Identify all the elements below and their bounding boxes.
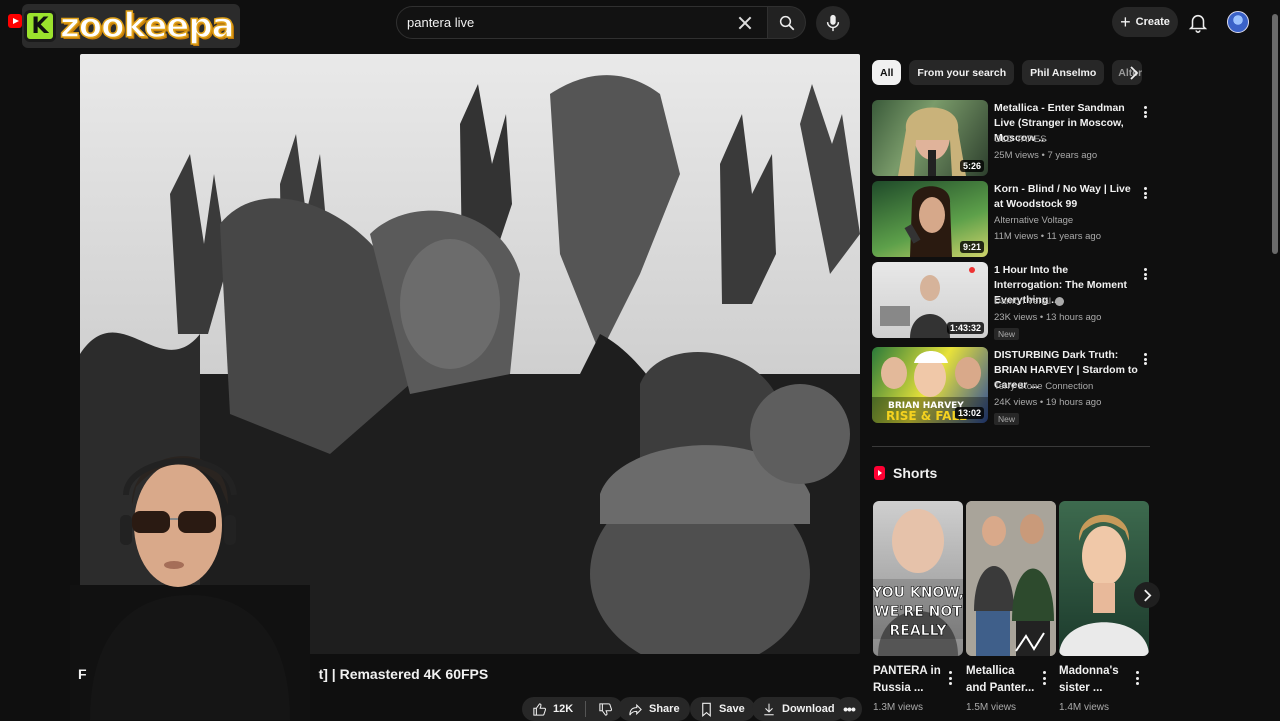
- chip-from-your-search[interactable]: From your search: [909, 60, 1015, 85]
- chevron-right-icon: [1143, 588, 1151, 602]
- more-vertical-icon[interactable]: [1140, 351, 1150, 367]
- recommendation-meta: 23K views • 13 hours ago: [994, 312, 1102, 323]
- short-views: 1.3M views: [873, 702, 924, 713]
- more-vertical-icon[interactable]: [1140, 266, 1150, 282]
- chip-phil-anselmo[interactable]: Phil Anselmo: [1022, 60, 1105, 85]
- video-thumbnail[interactable]: 9:21: [872, 181, 988, 257]
- short-thumbnail[interactable]: YOU KNOW, WE'RE NOT REALLY: [873, 501, 963, 656]
- new-badge: New: [994, 328, 1020, 340]
- short-views: 1.4M views: [1059, 702, 1110, 713]
- like-dislike-group[interactable]: 12K: [522, 697, 624, 721]
- more-actions-button[interactable]: •••: [836, 697, 862, 721]
- share-icon: [629, 703, 642, 715]
- like-divider: [585, 701, 587, 717]
- svg-text:WE'RE NOT: WE'RE NOT: [874, 604, 962, 620]
- shorts-logo-icon: [874, 466, 885, 480]
- more-vertical-icon[interactable]: [1039, 671, 1049, 685]
- short-thumbnail-image: [966, 501, 1056, 656]
- video-duration: 1:43:32: [946, 322, 984, 334]
- channel-name[interactable]: Alternative Voltage: [994, 215, 1073, 226]
- chips-next-button[interactable]: [1124, 62, 1144, 84]
- create-label: Create: [1135, 16, 1170, 28]
- video-duration: 5:26: [959, 160, 984, 172]
- recommendation-item[interactable]: 1:43:32 1 Hour Into the Interrogation: T…: [872, 262, 1162, 340]
- video-thumbnail[interactable]: 1:43:32: [872, 262, 988, 338]
- shorts-heading-label: Shorts: [893, 465, 938, 481]
- create-button[interactable]: + Create: [1112, 7, 1178, 37]
- short-thumbnail[interactable]: [966, 501, 1056, 656]
- share-label: Share: [649, 703, 680, 715]
- short-thumbnail-image: YOU KNOW, WE'RE NOT REALLY: [873, 509, 963, 656]
- svg-text:REALLY: REALLY: [890, 623, 948, 639]
- recommendation-channel[interactable]: Damon Verial: [994, 296, 1065, 307]
- search-button[interactable]: [768, 6, 806, 39]
- search-query[interactable]: pantera live: [407, 15, 737, 30]
- save-label: Save: [719, 703, 745, 715]
- download-button[interactable]: Download: [752, 697, 845, 721]
- more-horizontal-icon: •••: [843, 701, 856, 717]
- save-button[interactable]: Save: [690, 697, 755, 721]
- more-vertical-icon[interactable]: [1140, 185, 1150, 201]
- short-title[interactable]: Metallica and Panter...: [966, 663, 1038, 697]
- recommendation-item[interactable]: BRIAN HARVEY RISE & FALL 13:02 DISTURBIN…: [872, 347, 1162, 425]
- recommendation-channel[interactable]: OLD TAPES: [994, 134, 1046, 145]
- page-scrollbar[interactable]: [1272, 14, 1278, 254]
- section-divider: [872, 446, 1150, 447]
- microphone-icon: [826, 14, 840, 32]
- search-input[interactable]: pantera live: [396, 6, 768, 39]
- more-vertical-icon[interactable]: [1140, 104, 1150, 120]
- video-duration: 13:02: [954, 407, 984, 419]
- thumbs-up-icon[interactable]: [532, 702, 547, 717]
- youtube-logo-icon[interactable]: [8, 14, 22, 28]
- short-thumbnail[interactable]: [1059, 501, 1149, 656]
- recommendation-item[interactable]: 9:21 Korn - Blind / No Way | Live at Woo…: [872, 181, 1162, 259]
- shorts-heading: Shorts: [874, 465, 937, 481]
- video-title-end: t] | Remastered 4K 60FPS: [318, 666, 489, 682]
- recommendation-meta: 24K views • 19 hours ago: [994, 397, 1102, 408]
- video-title: Ft] | Remastered 4K 60FPS: [78, 666, 488, 682]
- channel-name[interactable]: Damon Verial: [994, 296, 1051, 307]
- video-thumbnail[interactable]: 5:26: [872, 100, 988, 176]
- bookmark-icon: [702, 702, 711, 717]
- notifications-bell-icon[interactable]: [1187, 12, 1209, 34]
- account-avatar[interactable]: [1227, 11, 1249, 33]
- chip-all[interactable]: All: [872, 60, 902, 85]
- plus-icon: +: [1120, 12, 1131, 32]
- video-title-start: F: [78, 666, 87, 682]
- recommendation-channel[interactable]: Terry Stone Connection: [994, 381, 1093, 392]
- channel-name[interactable]: Terry Stone Connection: [994, 381, 1093, 392]
- short-title[interactable]: Madonna's sister ...: [1059, 663, 1131, 697]
- short-thumbnail-image: [1059, 514, 1149, 656]
- recommendation-item[interactable]: 5:26 Metallica - Enter Sandman Live (Str…: [872, 100, 1162, 178]
- brand-badge: K: [24, 10, 56, 42]
- filter-chips: All From your search Phil Anselmo Altern: [872, 60, 1143, 85]
- short-title[interactable]: PANTERA in Russia ...: [873, 663, 945, 697]
- shorts-next-button[interactable]: [1134, 582, 1160, 608]
- brand-name: zookeepa: [59, 6, 235, 46]
- recommendation-meta: 25M views • 7 years ago: [994, 150, 1098, 161]
- channel-brand-logo: K zookeepa: [22, 4, 240, 48]
- search-icon: [779, 15, 794, 30]
- chevron-right-icon: [1130, 66, 1139, 80]
- recommendation-title[interactable]: Korn - Blind / No Way | Live at Woodstoc…: [994, 182, 1138, 212]
- more-vertical-icon[interactable]: [945, 671, 955, 685]
- like-count: 12K: [553, 703, 574, 715]
- clear-search-icon[interactable]: [737, 15, 753, 31]
- short-views: 1.5M views: [966, 702, 1017, 713]
- recommendation-meta: 11M views • 11 years ago: [994, 231, 1101, 242]
- share-button[interactable]: Share: [618, 697, 690, 721]
- channel-name[interactable]: OLD TAPES: [994, 134, 1046, 145]
- svg-text:YOU KNOW,: YOU KNOW,: [873, 585, 963, 601]
- voice-search-button[interactable]: [816, 6, 850, 40]
- more-vertical-icon[interactable]: [1132, 671, 1142, 685]
- new-badge: New: [994, 413, 1020, 425]
- video-duration: 9:21: [959, 241, 984, 253]
- download-label: Download: [782, 703, 835, 715]
- thumbs-down-icon[interactable]: [598, 702, 613, 717]
- verified-badge-icon: [1055, 297, 1065, 306]
- video-thumbnail[interactable]: BRIAN HARVEY RISE & FALL 13:02: [872, 347, 988, 423]
- recommendation-channel[interactable]: Alternative Voltage: [994, 215, 1073, 226]
- download-icon: [764, 703, 774, 715]
